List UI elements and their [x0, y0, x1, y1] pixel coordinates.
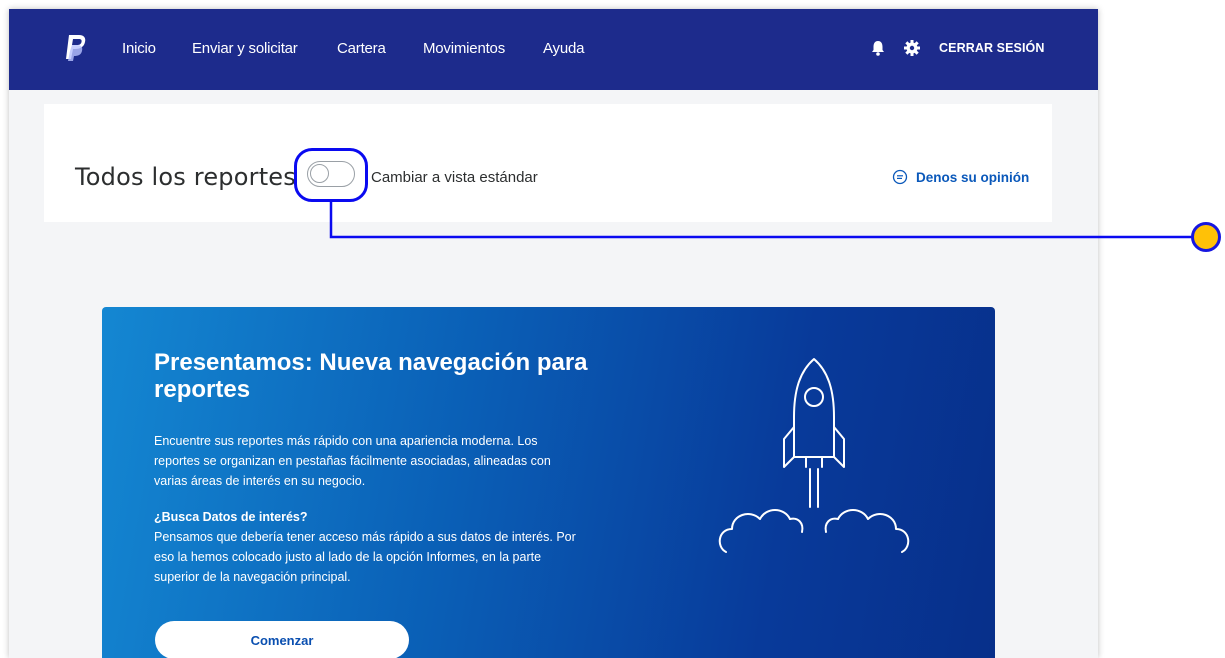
- annotation-marker-dot: [1191, 222, 1221, 252]
- annotation-callout-line: [329, 202, 1194, 239]
